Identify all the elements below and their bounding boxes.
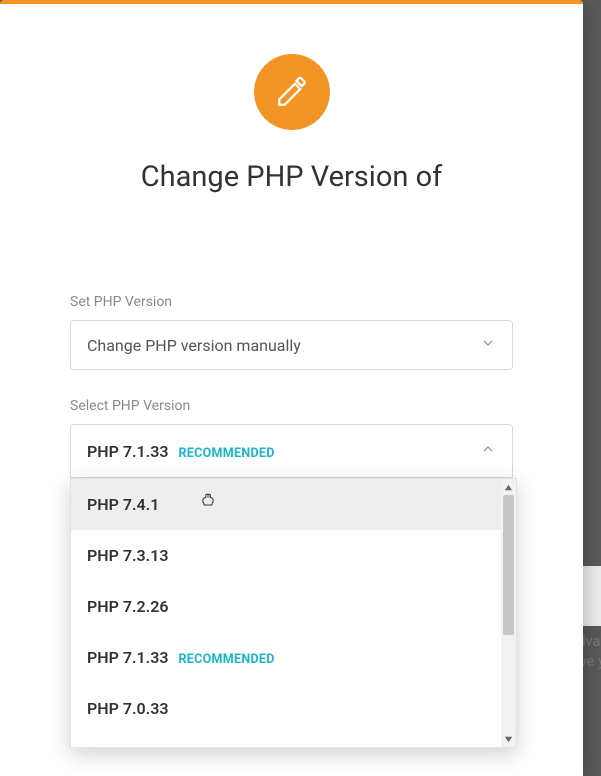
- select-php-trigger[interactable]: PHP 7.1.33 RECOMMENDED: [70, 424, 513, 478]
- chevron-up-icon: [480, 441, 496, 461]
- selected-badge: RECOMMENDED: [179, 446, 275, 461]
- option-php-7-0-33[interactable]: PHP 7.0.33: [71, 683, 516, 734]
- option-version: PHP 7.1.33: [87, 648, 169, 667]
- select-php-dropdown: PHP 7.1.33 RECOMMENDED PHP 7.4.1: [70, 424, 513, 478]
- set-php-select[interactable]: Change PHP version manually: [70, 320, 513, 370]
- option-version: PHP 7.3.13: [87, 546, 169, 565]
- selected-version: PHP 7.1.33: [87, 442, 169, 461]
- set-php-label: Set PHP Version: [70, 294, 513, 310]
- option-php-7-4-1[interactable]: PHP 7.4.1: [71, 479, 516, 530]
- modal-title: Change PHP Version of: [70, 160, 513, 194]
- option-php-5-6-40[interactable]: PHP 5.6.40: [71, 734, 516, 747]
- scrollbar-thumb[interactable]: [503, 495, 514, 635]
- scrollbar-up-icon[interactable]: [501, 479, 516, 495]
- chevron-down-icon: [480, 335, 496, 355]
- change-php-modal: Change PHP Version of Set PHP Version Ch…: [0, 0, 583, 776]
- scrollbar-down-icon[interactable]: [501, 731, 516, 747]
- option-badge: RECOMMENDED: [179, 652, 275, 667]
- pencil-icon: [254, 54, 330, 130]
- option-version: PHP 7.4.1: [87, 495, 159, 514]
- option-php-7-1-33[interactable]: PHP 7.1.33 RECOMMENDED: [71, 632, 516, 683]
- option-version: PHP 7.2.26: [87, 597, 169, 616]
- option-php-7-2-26[interactable]: PHP 7.2.26: [71, 581, 516, 632]
- select-php-listbox: PHP 7.4.1 PHP 7.3.13 PHP 7.2.: [70, 478, 517, 748]
- scrollbar[interactable]: [501, 479, 516, 747]
- set-php-value: Change PHP version manually: [87, 336, 301, 355]
- option-php-7-3-13[interactable]: PHP 7.3.13: [71, 530, 516, 581]
- cursor-icon: [199, 493, 217, 515]
- select-php-label: Select PHP Version: [70, 398, 513, 414]
- option-version: PHP 7.0.33: [87, 699, 169, 718]
